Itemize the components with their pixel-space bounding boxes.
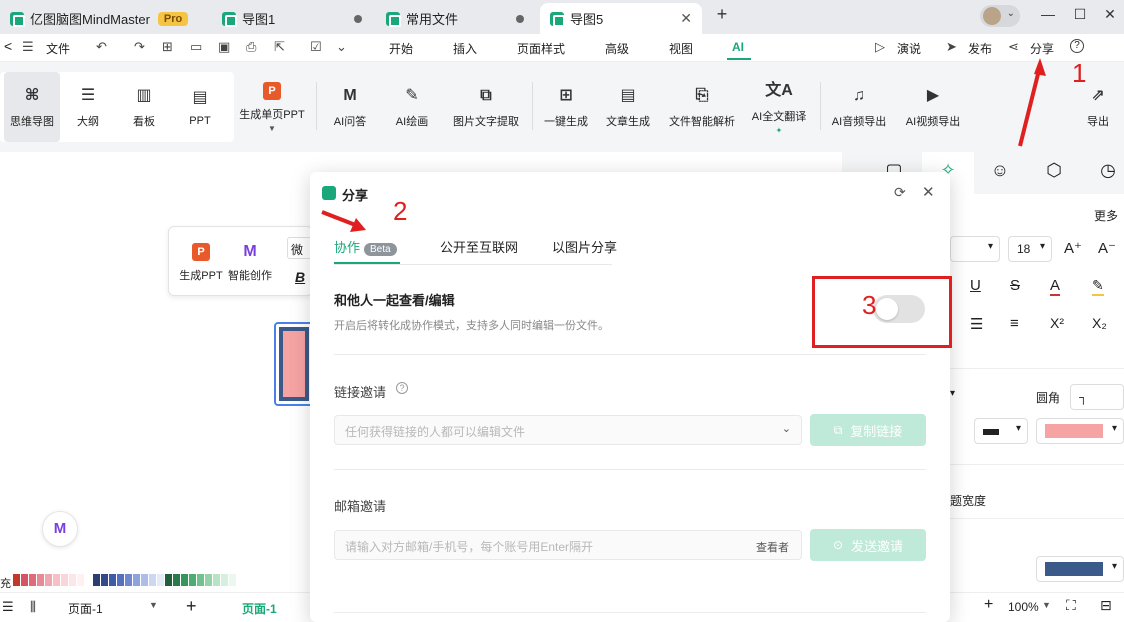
annotation-arrows <box>321 58 1046 232</box>
arrow-to-collab-tab <box>321 210 359 228</box>
arrow-to-share <box>1018 65 1042 147</box>
arrow-head <box>1034 58 1046 76</box>
